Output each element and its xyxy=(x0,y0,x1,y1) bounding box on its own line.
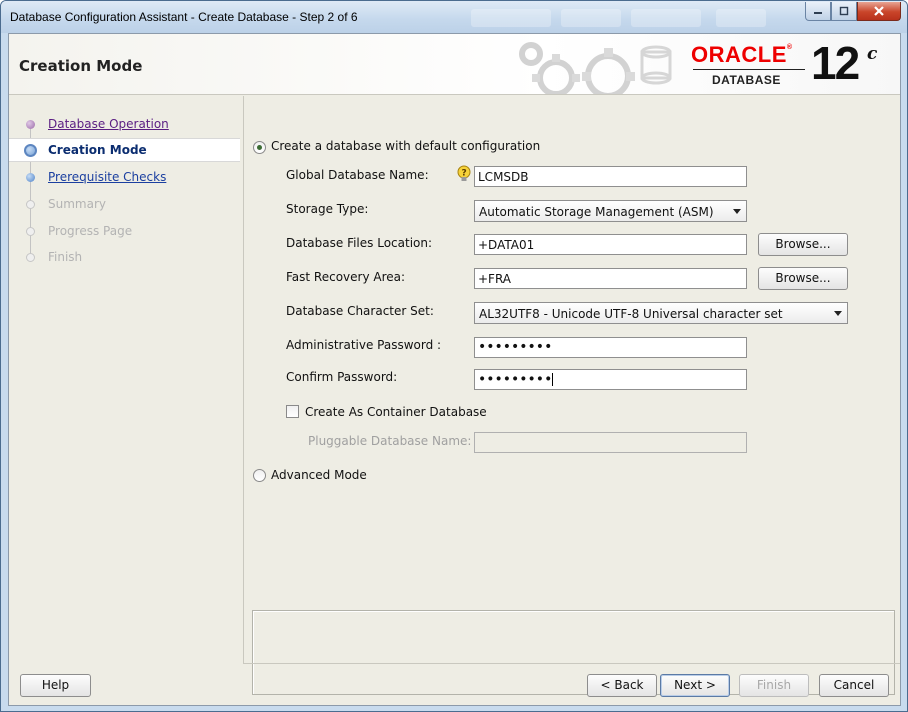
page-title: Creation Mode xyxy=(19,57,143,75)
back-button[interactable]: < Back xyxy=(587,674,657,697)
step-pending-icon xyxy=(26,172,35,182)
pluggable-db-name-input xyxy=(474,432,747,453)
global-db-name-input[interactable]: LCMSDB xyxy=(474,166,747,187)
admin-password-input[interactable]: ••••••••• xyxy=(474,337,747,358)
confirm-password-value: ••••••••• xyxy=(478,371,553,388)
nav-step-prerequisite-checks[interactable]: Prerequisite Checks xyxy=(9,165,240,189)
advanced-mode-label[interactable]: Advanced Mode xyxy=(271,468,367,482)
advanced-mode-radio[interactable] xyxy=(253,469,266,482)
step-disabled-icon xyxy=(26,199,35,209)
next-button[interactable]: Next > xyxy=(660,674,730,697)
fast-recovery-area-label: Fast Recovery Area: xyxy=(286,270,406,284)
client-area: Creation Mode ORACLE® DATABASE 12 c Data… xyxy=(8,33,901,706)
logo-rule xyxy=(693,69,805,70)
window-title: Database Configuration Assistant - Creat… xyxy=(10,10,358,24)
creation-mode-panel: Create a database with default configura… xyxy=(243,96,895,695)
storage-type-select[interactable]: Automatic Storage Management (ASM) xyxy=(474,200,747,222)
chevron-down-icon xyxy=(834,311,842,316)
window-controls xyxy=(805,2,901,21)
database-wordmark: DATABASE xyxy=(712,73,781,87)
minimize-icon[interactable] xyxy=(805,2,831,21)
nav-step-progress-page: Progress Page xyxy=(9,219,240,243)
global-db-name-label: Global Database Name: xyxy=(286,168,429,182)
step-current-icon xyxy=(24,143,37,157)
taskbar-reflection xyxy=(561,9,621,27)
page-header: Creation Mode ORACLE® DATABASE 12 c xyxy=(9,34,900,95)
nav-step-summary: Summary xyxy=(9,192,240,216)
browse-recovery-area-button[interactable]: Browse... xyxy=(758,267,848,290)
confirm-password-input[interactable]: ••••••••• xyxy=(474,369,747,390)
registered-mark: ® xyxy=(786,44,793,51)
browse-db-files-button[interactable]: Browse... xyxy=(758,233,848,256)
pluggable-db-name-label: Pluggable Database Name: xyxy=(308,434,472,448)
admin-password-label: Administrative Password : xyxy=(286,338,442,352)
dbca-window: Database Configuration Assistant - Creat… xyxy=(0,0,908,712)
step-disabled-icon xyxy=(26,252,35,262)
charset-select[interactable]: AL32UTF8 - Unicode UTF-8 Universal chara… xyxy=(474,302,848,324)
oracle-wordmark: ORACLE® xyxy=(691,42,793,68)
taskbar-reflection xyxy=(631,9,701,27)
container-db-label[interactable]: Create As Container Database xyxy=(305,405,487,419)
step-disabled-icon xyxy=(26,226,35,236)
nav-step-database-operation[interactable]: Database Operation xyxy=(9,112,240,136)
gears-icon xyxy=(519,42,672,94)
text-caret xyxy=(552,373,554,386)
taskbar-reflection xyxy=(471,9,551,27)
maximize-icon[interactable] xyxy=(831,2,857,21)
version-number: 12 xyxy=(811,37,860,89)
oracle-12c-logo: ORACLE® DATABASE 12 c xyxy=(691,37,891,92)
charset-label: Database Character Set: xyxy=(286,304,434,318)
storage-type-value: Automatic Storage Management (ASM) xyxy=(479,205,714,219)
db-files-location-input[interactable]: +DATA01 xyxy=(474,234,747,255)
oracle-brand-text: ORACLE xyxy=(691,42,787,67)
svg-text:?: ? xyxy=(462,169,467,179)
chevron-down-icon xyxy=(733,209,741,214)
nav-step-label: Creation Mode xyxy=(48,143,147,157)
nav-step-finish: Finish xyxy=(9,245,240,269)
lightbulb-hint-icon[interactable]: ? xyxy=(457,165,471,183)
cancel-button[interactable]: Cancel xyxy=(819,674,889,697)
default-config-label[interactable]: Create a database with default configura… xyxy=(271,139,540,153)
fast-recovery-area-input[interactable]: +FRA xyxy=(474,268,747,289)
charset-value: AL32UTF8 - Unicode UTF-8 Universal chara… xyxy=(479,307,783,321)
nav-step-label: Prerequisite Checks xyxy=(48,170,167,184)
title-bar[interactable]: Database Configuration Assistant - Creat… xyxy=(1,1,907,33)
container-db-checkbox[interactable] xyxy=(286,405,299,418)
taskbar-reflection xyxy=(716,9,766,27)
nav-step-label: Database Operation xyxy=(48,117,169,131)
nav-step-label: Progress Page xyxy=(48,224,133,238)
confirm-password-label: Confirm Password: xyxy=(286,370,398,384)
close-icon[interactable] xyxy=(857,2,901,21)
help-button[interactable]: Help xyxy=(20,674,91,697)
footer-divider xyxy=(243,663,900,664)
version-suffix: c xyxy=(867,44,878,64)
default-config-radio[interactable] xyxy=(253,141,266,154)
nav-step-creation-mode[interactable]: Creation Mode xyxy=(9,138,240,162)
nav-step-label: Finish xyxy=(48,250,83,264)
step-visited-icon xyxy=(26,119,35,129)
db-files-location-label: Database Files Location: xyxy=(286,236,433,250)
step-navigation: Database Operation Creation Mode Prerequ… xyxy=(9,96,240,662)
storage-type-label: Storage Type: xyxy=(286,202,369,216)
finish-button: Finish xyxy=(739,674,809,697)
nav-step-label: Summary xyxy=(48,197,106,211)
